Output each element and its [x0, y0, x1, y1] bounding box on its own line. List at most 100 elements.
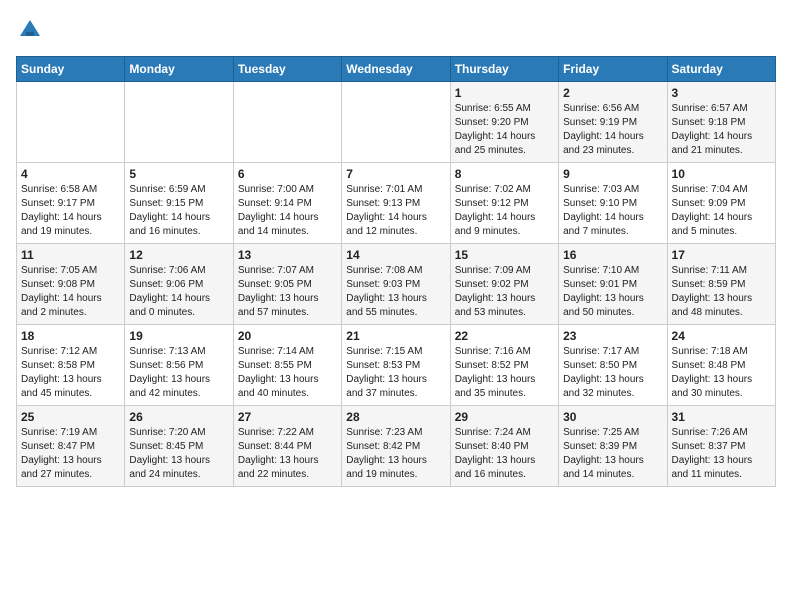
day-info: Sunrise: 7:01 AM Sunset: 9:13 PM Dayligh…: [346, 183, 445, 239]
weekday-header: Wednesday: [342, 57, 450, 82]
calendar-day-cell: 6 Sunrise: 7:00 AM Sunset: 9:14 PM Daylig…: [233, 163, 341, 244]
weekday-header: Thursday: [450, 57, 558, 82]
calendar-day-cell: [342, 82, 450, 163]
day-number: 18: [21, 329, 120, 343]
calendar-day-cell: 12 Sunrise: 7:06 AM Sunset: 9:06 PM Dayli…: [125, 244, 233, 325]
calendar-day-cell: 9 Sunrise: 7:03 AM Sunset: 9:10 PM Daylig…: [559, 163, 667, 244]
weekday-header: Monday: [125, 57, 233, 82]
day-number: 3: [672, 86, 771, 100]
day-info: Sunrise: 6:56 AM Sunset: 9:19 PM Dayligh…: [563, 102, 662, 158]
day-info: Sunrise: 7:13 AM Sunset: 8:56 PM Dayligh…: [129, 345, 228, 401]
calendar-day-cell: 10Sunrise: 7:04 AM Sunset: 9:09 PM Dayli…: [667, 163, 775, 244]
calendar-day-cell: 24 Sunrise: 7:18 AM Sunset: 8:48 PM Dayli…: [667, 325, 775, 406]
day-number: 31: [672, 410, 771, 424]
calendar-day-cell: 21 Sunrise: 7:15 AM Sunset: 8:53 PM Dayli…: [342, 325, 450, 406]
calendar-day-cell: 16 Sunrise: 7:10 AM Sunset: 9:01 PM Dayli…: [559, 244, 667, 325]
day-info: Sunrise: 7:15 AM Sunset: 8:53 PM Dayligh…: [346, 345, 445, 401]
weekday-header: Friday: [559, 57, 667, 82]
day-info: Sunrise: 7:00 AM Sunset: 9:14 PM Dayligh…: [238, 183, 337, 239]
day-number: 12: [129, 248, 228, 262]
day-info: Sunrise: 6:55 AM Sunset: 9:20 PM Dayligh…: [455, 102, 554, 158]
day-info: Sunrise: 7:12 AM Sunset: 8:58 PM Dayligh…: [21, 345, 120, 401]
calendar-day-cell: 20Sunrise: 7:14 AM Sunset: 8:55 PM Dayli…: [233, 325, 341, 406]
day-number: 11: [21, 248, 120, 262]
day-number: 9: [563, 167, 662, 181]
day-info: Sunrise: 7:14 AM Sunset: 8:55 PM Dayligh…: [238, 345, 337, 401]
day-number: 27: [238, 410, 337, 424]
day-number: 10: [672, 167, 771, 181]
day-number: 13: [238, 248, 337, 262]
calendar-day-cell: 26Sunrise: 7:20 AM Sunset: 8:45 PM Dayli…: [125, 406, 233, 487]
day-number: 25: [21, 410, 120, 424]
day-number: 24: [672, 329, 771, 343]
day-number: 4: [21, 167, 120, 181]
day-info: Sunrise: 7:08 AM Sunset: 9:03 PM Dayligh…: [346, 264, 445, 320]
day-number: 7: [346, 167, 445, 181]
day-info: Sunrise: 7:10 AM Sunset: 9:01 PM Dayligh…: [563, 264, 662, 320]
day-info: Sunrise: 7:18 AM Sunset: 8:48 PM Dayligh…: [672, 345, 771, 401]
calendar-day-cell: [17, 82, 125, 163]
calendar-day-cell: 11Sunrise: 7:05 AM Sunset: 9:08 PM Dayli…: [17, 244, 125, 325]
day-number: 23: [563, 329, 662, 343]
calendar-day-cell: 1 Sunrise: 6:55 AM Sunset: 9:20 PM Daylig…: [450, 82, 558, 163]
weekday-header-row: SundayMondayTuesdayWednesdayThursdayFrid…: [17, 57, 776, 82]
logo: [16, 16, 48, 44]
day-number: 17: [672, 248, 771, 262]
calendar-day-cell: 17 Sunrise: 7:11 AM Sunset: 8:59 PM Dayli…: [667, 244, 775, 325]
day-info: Sunrise: 7:09 AM Sunset: 9:02 PM Dayligh…: [455, 264, 554, 320]
calendar-day-cell: 30 Sunrise: 7:25 AM Sunset: 8:39 PM Dayli…: [559, 406, 667, 487]
calendar-week-row: 25 Sunrise: 7:19 AM Sunset: 8:47 PM Dayli…: [17, 406, 776, 487]
calendar-day-cell: 7 Sunrise: 7:01 AM Sunset: 9:13 PM Daylig…: [342, 163, 450, 244]
day-info: Sunrise: 7:19 AM Sunset: 8:47 PM Dayligh…: [21, 426, 120, 482]
day-info: Sunrise: 7:07 AM Sunset: 9:05 PM Dayligh…: [238, 264, 337, 320]
day-info: Sunrise: 7:26 AM Sunset: 8:37 PM Dayligh…: [672, 426, 771, 482]
day-number: 21: [346, 329, 445, 343]
calendar-day-cell: [125, 82, 233, 163]
calendar-day-cell: 19Sunrise: 7:13 AM Sunset: 8:56 PM Dayli…: [125, 325, 233, 406]
calendar-table: SundayMondayTuesdayWednesdayThursdayFrid…: [16, 56, 776, 487]
day-info: Sunrise: 7:02 AM Sunset: 9:12 PM Dayligh…: [455, 183, 554, 239]
calendar-day-cell: 3 Sunrise: 6:57 AM Sunset: 9:18 PM Daylig…: [667, 82, 775, 163]
calendar-day-cell: 15Sunrise: 7:09 AM Sunset: 9:02 PM Dayli…: [450, 244, 558, 325]
day-info: Sunrise: 7:11 AM Sunset: 8:59 PM Dayligh…: [672, 264, 771, 320]
day-number: 30: [563, 410, 662, 424]
calendar-day-cell: 31 Sunrise: 7:26 AM Sunset: 8:37 PM Dayli…: [667, 406, 775, 487]
calendar-day-cell: 2Sunrise: 6:56 AM Sunset: 9:19 PM Daylig…: [559, 82, 667, 163]
day-number: 16: [563, 248, 662, 262]
calendar-day-cell: 25 Sunrise: 7:19 AM Sunset: 8:47 PM Dayli…: [17, 406, 125, 487]
calendar-day-cell: 23 Sunrise: 7:17 AM Sunset: 8:50 PM Dayli…: [559, 325, 667, 406]
calendar-day-cell: 28 Sunrise: 7:23 AM Sunset: 8:42 PM Dayli…: [342, 406, 450, 487]
day-info: Sunrise: 7:20 AM Sunset: 8:45 PM Dayligh…: [129, 426, 228, 482]
weekday-header: Sunday: [17, 57, 125, 82]
day-number: 29: [455, 410, 554, 424]
day-number: 22: [455, 329, 554, 343]
day-info: Sunrise: 7:24 AM Sunset: 8:40 PM Dayligh…: [455, 426, 554, 482]
day-number: 6: [238, 167, 337, 181]
calendar-day-cell: 29 Sunrise: 7:24 AM Sunset: 8:40 PM Dayli…: [450, 406, 558, 487]
calendar-week-row: 11Sunrise: 7:05 AM Sunset: 9:08 PM Dayli…: [17, 244, 776, 325]
day-info: Sunrise: 7:06 AM Sunset: 9:06 PM Dayligh…: [129, 264, 228, 320]
day-info: Sunrise: 7:25 AM Sunset: 8:39 PM Dayligh…: [563, 426, 662, 482]
day-info: Sunrise: 7:23 AM Sunset: 8:42 PM Dayligh…: [346, 426, 445, 482]
day-info: Sunrise: 7:17 AM Sunset: 8:50 PM Dayligh…: [563, 345, 662, 401]
day-number: 5: [129, 167, 228, 181]
day-info: Sunrise: 6:59 AM Sunset: 9:15 PM Dayligh…: [129, 183, 228, 239]
calendar-day-cell: 13 Sunrise: 7:07 AM Sunset: 9:05 PM Dayli…: [233, 244, 341, 325]
day-info: Sunrise: 6:57 AM Sunset: 9:18 PM Dayligh…: [672, 102, 771, 158]
day-number: 1: [455, 86, 554, 100]
weekday-header: Saturday: [667, 57, 775, 82]
calendar-week-row: 4 Sunrise: 6:58 AM Sunset: 9:17 PM Daylig…: [17, 163, 776, 244]
calendar-week-row: 18 Sunrise: 7:12 AM Sunset: 8:58 PM Dayli…: [17, 325, 776, 406]
calendar-day-cell: 27 Sunrise: 7:22 AM Sunset: 8:44 PM Dayli…: [233, 406, 341, 487]
day-info: Sunrise: 7:03 AM Sunset: 9:10 PM Dayligh…: [563, 183, 662, 239]
calendar-day-cell: 5 Sunrise: 6:59 AM Sunset: 9:15 PM Daylig…: [125, 163, 233, 244]
page-header: [16, 16, 776, 44]
day-info: Sunrise: 7:16 AM Sunset: 8:52 PM Dayligh…: [455, 345, 554, 401]
day-info: Sunrise: 6:58 AM Sunset: 9:17 PM Dayligh…: [21, 183, 120, 239]
calendar-day-cell: [233, 82, 341, 163]
calendar-day-cell: 22 Sunrise: 7:16 AM Sunset: 8:52 PM Dayli…: [450, 325, 558, 406]
day-number: 14: [346, 248, 445, 262]
calendar-day-cell: 4 Sunrise: 6:58 AM Sunset: 9:17 PM Daylig…: [17, 163, 125, 244]
day-info: Sunrise: 7:22 AM Sunset: 8:44 PM Dayligh…: [238, 426, 337, 482]
day-number: 28: [346, 410, 445, 424]
